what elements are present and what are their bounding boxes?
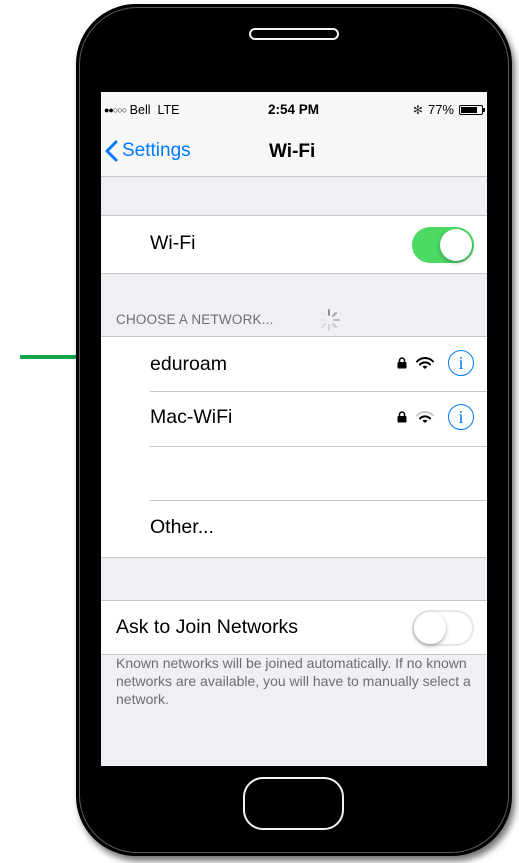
status-bar: ●●○○○ Bell LTE 2:54 PM ✻ 77% bbox=[101, 92, 487, 132]
network-row-mac-wifi[interactable]: Mac-WiFi i bbox=[101, 392, 487, 446]
wifi-signal-icon bbox=[416, 410, 434, 423]
back-label: Settings bbox=[122, 140, 191, 161]
ask-join-toggle[interactable] bbox=[412, 610, 474, 646]
ask-join-label: Ask to Join Networks bbox=[116, 616, 299, 638]
info-button[interactable]: i bbox=[448, 404, 474, 430]
network-icons: i bbox=[397, 350, 474, 376]
nav-bar: Settings Wi-Fi bbox=[101, 132, 487, 177]
wifi-toggle-row: Wi-Fi bbox=[101, 215, 487, 274]
network-name: Mac-WiFi bbox=[150, 406, 233, 428]
battery-percent: 77% bbox=[427, 102, 454, 117]
ask-join-row: Ask to Join Networks bbox=[101, 600, 487, 655]
wifi-toggle[interactable] bbox=[412, 227, 474, 263]
page-title: Wi-Fi bbox=[269, 141, 316, 162]
back-button[interactable]: Settings bbox=[105, 140, 191, 162]
wifi-signal-icon bbox=[416, 356, 434, 369]
home-button[interactable] bbox=[243, 777, 344, 830]
settings-screen: ●●○○○ Bell LTE 2:54 PM ✻ 77% Settings Wi… bbox=[101, 92, 487, 766]
loading-spinner-icon bbox=[318, 309, 340, 331]
wifi-label: Wi-Fi bbox=[150, 232, 196, 254]
lock-icon bbox=[397, 357, 407, 369]
toggle-knob bbox=[414, 612, 446, 644]
chevron-left-icon bbox=[105, 140, 118, 162]
toggle-knob bbox=[440, 229, 472, 261]
network-row-eduroam[interactable]: eduroam i bbox=[101, 337, 487, 391]
speaker-slot bbox=[249, 28, 339, 40]
battery-icon bbox=[459, 104, 485, 115]
row-separator bbox=[150, 446, 487, 447]
info-button[interactable]: i bbox=[448, 350, 474, 376]
ask-join-footer: Known networks will be joined automatica… bbox=[116, 655, 471, 707]
networks-list: eduroam i Mac-WiFi i Other... bbox=[101, 336, 487, 558]
other-network-label: Other... bbox=[150, 516, 214, 538]
network-name: eduroam bbox=[150, 353, 227, 375]
lock-icon bbox=[397, 411, 407, 423]
carrier-info: ●●○○○ Bell LTE bbox=[104, 103, 179, 117]
bluetooth-icon: ✻ bbox=[412, 102, 423, 117]
status-right: ✻ 77% bbox=[412, 102, 485, 117]
network-icons: i bbox=[397, 404, 474, 430]
signal-dots-icon: ●●○○○ bbox=[104, 105, 127, 115]
carrier-name: Bell LTE bbox=[129, 103, 180, 117]
status-time: 2:54 PM bbox=[268, 102, 320, 117]
networks-section-header: CHOOSE A NETWORK... bbox=[116, 312, 274, 327]
network-row-other[interactable]: Other... bbox=[101, 501, 487, 556]
